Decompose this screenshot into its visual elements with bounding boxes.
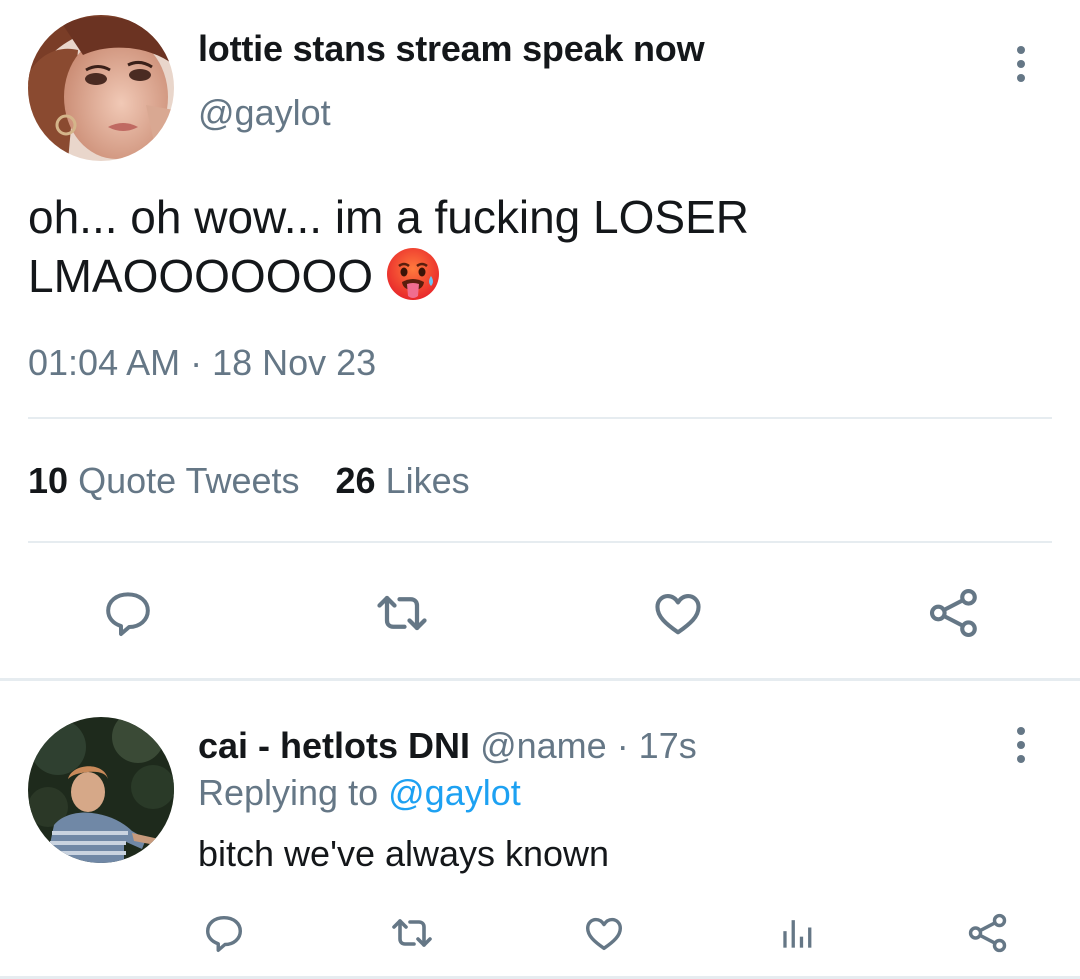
author-display-name[interactable]: lottie stans stream speak now xyxy=(198,28,705,70)
main-tweet: lottie stans stream speak now @gaylot oh… xyxy=(0,0,1080,678)
more-dot xyxy=(1017,60,1025,68)
retweet-icon[interactable] xyxy=(388,907,436,959)
reply-author-display-name[interactable]: cai - hetlots DNI xyxy=(198,725,470,766)
tweet-text-line-2: LMAOOOOOOO xyxy=(28,246,1028,305)
like-icon[interactable] xyxy=(580,907,628,959)
divider xyxy=(28,417,1052,419)
tweet-timestamp[interactable]: 01:04 AM · 18 Nov 23 xyxy=(28,342,376,384)
tweet-text-line: oh... oh wow... im a fucking LOSER xyxy=(28,191,749,243)
replying-to-prefix: Replying to xyxy=(198,772,379,813)
more-options-icon[interactable] xyxy=(1008,725,1034,765)
likes-stat[interactable]: 26 Likes xyxy=(336,460,470,501)
author-handle[interactable]: @gaylot xyxy=(198,92,331,134)
analytics-icon[interactable] xyxy=(774,907,822,959)
replying-to: Replying to @gaylot xyxy=(198,772,521,814)
reply-header: cai - hetlots DNI @name · 17s xyxy=(198,725,697,767)
replying-to-mention[interactable]: @gaylot xyxy=(388,772,521,813)
quote-tweets-count: 10 xyxy=(28,460,69,501)
divider xyxy=(28,541,1052,543)
more-options-icon[interactable] xyxy=(1008,44,1034,84)
more-dot xyxy=(1017,74,1025,82)
engagement-stats: 10 Quote Tweets 26 Likes xyxy=(28,460,470,502)
share-icon[interactable] xyxy=(964,907,1012,959)
likes-label: Likes xyxy=(385,460,470,501)
quote-tweets-stat[interactable]: 10 Quote Tweets xyxy=(28,460,300,501)
more-dot xyxy=(1017,741,1025,749)
reply-icon[interactable] xyxy=(200,907,248,959)
reply-tweet[interactable]: cai - hetlots DNI @name · 17s Replying t… xyxy=(0,681,1080,979)
more-dot xyxy=(1017,46,1025,54)
retweet-icon[interactable] xyxy=(372,583,432,643)
tweet-text-line: LMAOOOOOOO xyxy=(28,250,374,302)
like-icon[interactable] xyxy=(648,583,708,643)
hot-face-emoji-icon xyxy=(385,246,441,302)
reply-icon[interactable] xyxy=(98,583,158,643)
share-icon[interactable] xyxy=(924,583,984,643)
tweet-text: oh... oh wow... im a fucking LOSER LMAOO… xyxy=(28,188,1028,305)
reply-author-handle[interactable]: @name xyxy=(480,725,607,766)
reply-author-avatar[interactable] xyxy=(28,717,174,863)
tweet-actions-bar xyxy=(0,583,1080,643)
reply-time: · 17s xyxy=(616,725,697,766)
more-dot xyxy=(1017,755,1025,763)
reply-actions-bar xyxy=(0,907,1080,963)
more-dot xyxy=(1017,727,1025,735)
reply-text: bitch we've always known xyxy=(198,833,610,874)
quote-tweets-label: Quote Tweets xyxy=(78,460,300,501)
likes-count: 26 xyxy=(335,460,376,501)
author-avatar[interactable] xyxy=(28,15,174,161)
